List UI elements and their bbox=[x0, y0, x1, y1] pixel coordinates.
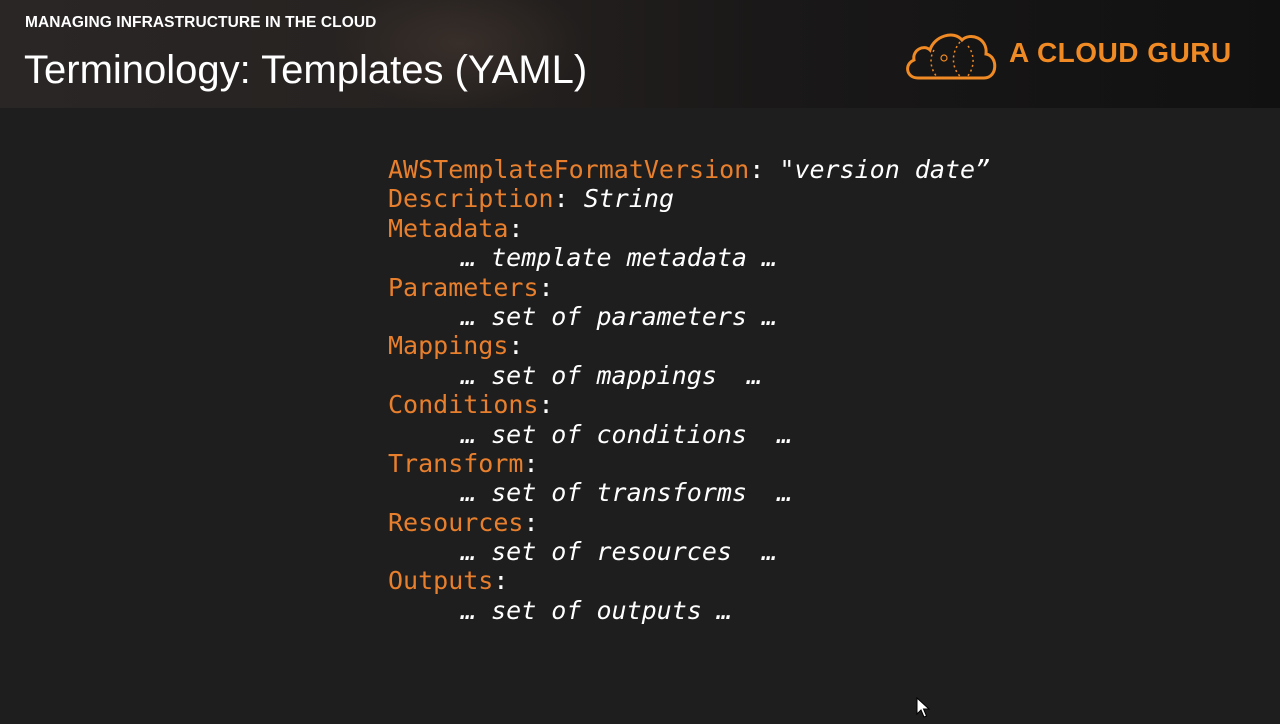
yaml-placeholder-text: … set of transforms … bbox=[461, 478, 793, 508]
yaml-placeholder-text: … set of parameters … bbox=[461, 301, 778, 331]
code-line: Description: String bbox=[388, 184, 990, 213]
slide-header: MANAGING INFRASTRUCTURE IN THE CLOUD Ter… bbox=[0, 0, 1280, 108]
yaml-separator: : bbox=[523, 448, 539, 478]
brand-logo: A CLOUD GURU bbox=[904, 28, 1244, 82]
code-line: Transform: bbox=[388, 449, 990, 478]
code-line: … set of outputs … bbox=[388, 596, 990, 625]
yaml-placeholder-text: … set of resources … bbox=[461, 537, 778, 567]
yaml-key: Description bbox=[388, 184, 554, 214]
yaml-template-code: AWSTemplateFormatVersion: "version date”… bbox=[388, 155, 990, 625]
yaml-key: Metadata bbox=[388, 213, 509, 243]
code-line: Resources: bbox=[388, 508, 990, 537]
code-line: Conditions: bbox=[388, 390, 990, 419]
yaml-separator: : bbox=[553, 184, 584, 214]
cloud-logo-icon bbox=[906, 33, 997, 80]
code-line: … template metadata … bbox=[388, 243, 990, 272]
yaml-key: Outputs bbox=[388, 566, 494, 596]
code-line: Mappings: bbox=[388, 331, 990, 360]
yaml-value: String bbox=[583, 184, 674, 214]
yaml-key: Conditions bbox=[388, 390, 539, 420]
yaml-key: Resources bbox=[388, 507, 524, 537]
yaml-value: "version date” bbox=[779, 155, 991, 184]
yaml-placeholder-text: … template metadata … bbox=[461, 243, 778, 273]
course-subtitle: MANAGING INFRASTRUCTURE IN THE CLOUD bbox=[25, 14, 377, 31]
yaml-placeholder-text: … set of mappings … bbox=[461, 360, 763, 390]
yaml-separator: : bbox=[493, 566, 509, 596]
yaml-key: Mappings bbox=[388, 331, 509, 361]
yaml-placeholder-text: … set of outputs … bbox=[461, 595, 732, 625]
code-line: Outputs: bbox=[388, 566, 990, 595]
code-line: … set of mappings … bbox=[388, 361, 990, 390]
yaml-key: Transform bbox=[388, 448, 524, 478]
code-line: Metadata: bbox=[388, 214, 990, 243]
yaml-separator: : bbox=[749, 155, 780, 184]
code-line: AWSTemplateFormatVersion: "version date” bbox=[388, 155, 990, 184]
code-line: Parameters: bbox=[388, 273, 990, 302]
code-line: … set of transforms … bbox=[388, 478, 990, 507]
brand-name: A CLOUD GURU bbox=[1009, 37, 1232, 68]
yaml-key: Parameters bbox=[388, 272, 539, 302]
code-line: … set of conditions … bbox=[388, 420, 990, 449]
slide-title: Terminology: Templates (YAML) bbox=[24, 48, 588, 92]
yaml-separator: : bbox=[538, 390, 554, 420]
yaml-key: AWSTemplateFormatVersion bbox=[388, 155, 750, 184]
yaml-separator: : bbox=[523, 507, 539, 537]
yaml-separator: : bbox=[508, 213, 524, 243]
yaml-separator: : bbox=[508, 331, 524, 361]
yaml-placeholder-text: … set of conditions … bbox=[461, 419, 793, 449]
code-line: … set of resources … bbox=[388, 537, 990, 566]
code-line: … set of parameters … bbox=[388, 302, 990, 331]
yaml-separator: : bbox=[538, 272, 554, 302]
